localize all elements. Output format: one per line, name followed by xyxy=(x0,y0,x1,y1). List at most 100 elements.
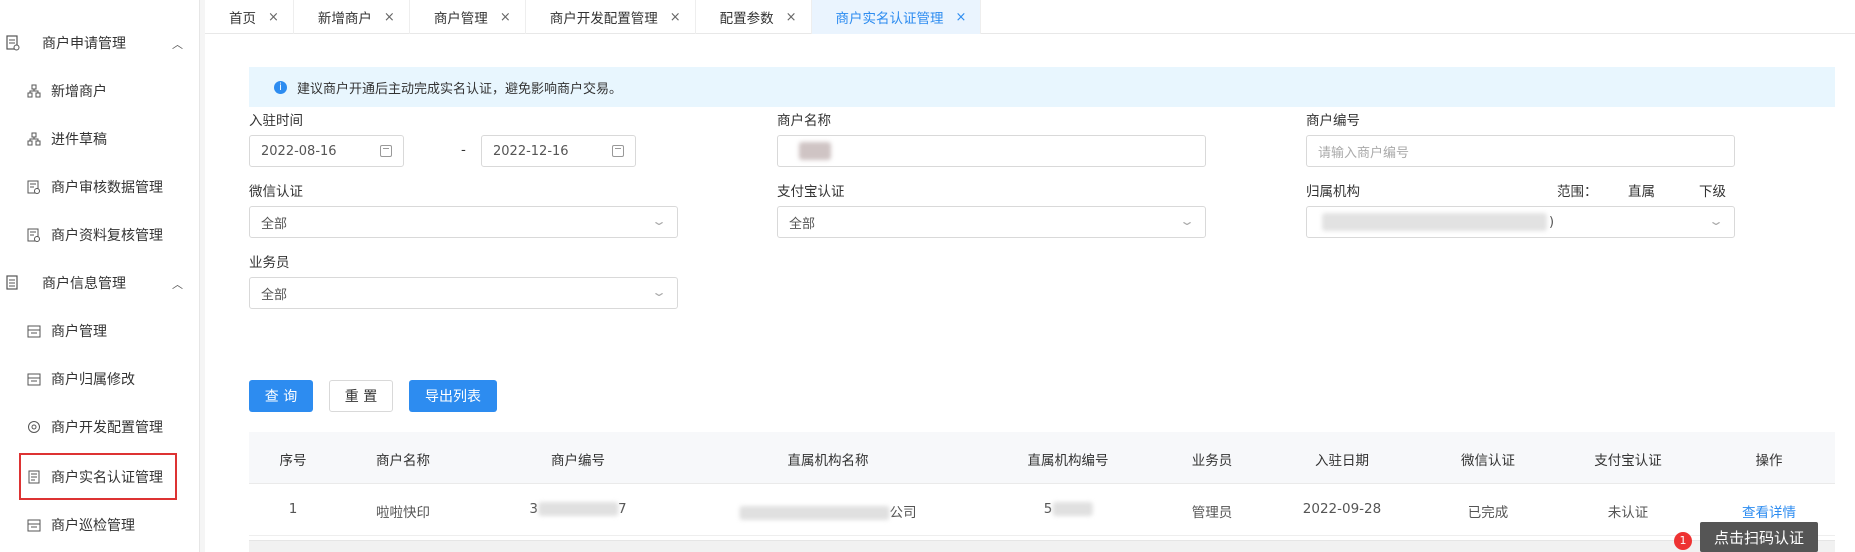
col-actions: 操作 xyxy=(1755,453,1783,469)
tab-dev-config[interactable]: 商户开发配置管理 × xyxy=(526,0,696,34)
close-icon[interactable]: × xyxy=(268,10,279,25)
tab-label: 商户开发配置管理 xyxy=(549,11,658,27)
sidebar-item-audit-data[interactable]: 商户审核数据管理 xyxy=(0,163,200,211)
redacted-value xyxy=(1322,213,1547,231)
cell-salesman: 管理员 xyxy=(1191,505,1233,521)
tab-label: 新增商户 xyxy=(317,11,372,27)
col-wechat-auth: 微信认证 xyxy=(1461,453,1515,469)
audit-document-icon xyxy=(27,228,41,242)
tab-real-name-auth[interactable]: 商户实名认证管理 × xyxy=(811,0,982,34)
selection-highlight xyxy=(19,453,177,500)
table-horizontal-scrollbar[interactable] xyxy=(249,540,1835,552)
org-chart-icon xyxy=(27,84,41,98)
merchant-no-input[interactable]: 请输入商户编号 xyxy=(1306,135,1735,167)
reset-button[interactable]: 重 置 xyxy=(329,380,393,412)
sidebar-item-merchant-management[interactable]: 商户管理 xyxy=(0,307,200,355)
salesman-label: 业务员 xyxy=(249,255,290,271)
query-button[interactable]: 查 询 xyxy=(249,380,313,412)
cell-org-name: 公司 xyxy=(739,501,917,521)
sidebar-item-dev-config[interactable]: 商户开发配置管理 xyxy=(0,403,200,451)
redacted-value xyxy=(739,506,890,520)
tab-add-merchant[interactable]: 新增商户 × xyxy=(294,0,410,34)
merchant-name-input[interactable] xyxy=(777,135,1206,167)
cell-org-no: 5 xyxy=(1044,501,1093,517)
cell-merchant-no-suffix: 7 xyxy=(618,501,627,517)
tab-label: 配置参数 xyxy=(719,11,774,27)
close-icon[interactable]: × xyxy=(670,10,681,25)
info-icon: i xyxy=(274,80,287,94)
sidebar-group-label: 商户信息管理 xyxy=(42,276,126,292)
col-salesman: 业务员 xyxy=(1191,453,1233,469)
view-details-link[interactable]: 查看详情 xyxy=(1742,501,1796,521)
col-org-no: 直属机构编号 xyxy=(1027,453,1109,469)
start-date-input[interactable]: 2022-08-16 xyxy=(249,135,404,167)
notice-banner: i 建议商户开通后主动完成实名认证，避免影响商户交易。 xyxy=(249,67,1835,107)
cell-alipay-auth: 未认证 xyxy=(1607,505,1649,521)
sidebar-item-label: 商户开发配置管理 xyxy=(51,420,163,436)
wechat-auth-value: 全部 xyxy=(261,216,288,232)
chevron-up-icon: ︿ xyxy=(172,278,183,291)
tab-label: 商户管理 xyxy=(433,11,488,27)
calendar-icon xyxy=(612,145,624,157)
alipay-auth-value: 全部 xyxy=(789,216,816,232)
col-alipay-auth: 支付宝认证 xyxy=(1594,453,1662,469)
sidebar-item-ownership-change[interactable]: 商户归属修改 xyxy=(0,355,200,403)
close-icon[interactable]: × xyxy=(500,10,511,25)
sidebar-group-merchant-application[interactable]: 商户申请管理 ︿ xyxy=(0,19,200,67)
salesman-select[interactable]: 全部 ⌄ xyxy=(249,277,678,309)
sidebar: 商户申请管理 ︿ 新增商户 进件草稿 商户审核数据管理 商户资料复核管理 商户信… xyxy=(0,0,200,552)
audit-document-icon xyxy=(27,180,41,194)
cell-merchant-no: 37 xyxy=(529,501,626,517)
redacted-value xyxy=(799,142,831,160)
chevron-down-icon: ⌄ xyxy=(650,285,668,299)
notification-badge: 1 xyxy=(1674,532,1692,550)
sidebar-item-label: 商户管理 xyxy=(51,324,107,340)
col-entry-date: 入驻日期 xyxy=(1315,453,1369,469)
wechat-auth-select[interactable]: 全部 ⌄ xyxy=(249,206,678,238)
tab-config-params[interactable]: 配置参数 × xyxy=(696,0,812,34)
export-button[interactable]: 导出列表 xyxy=(409,380,497,412)
sidebar-item-inspection[interactable]: 商户巡检管理 xyxy=(0,501,200,549)
col-merchant-name: 商户名称 xyxy=(376,453,430,469)
cell-org-name-suffix: 公司 xyxy=(889,505,917,521)
col-index: 序号 xyxy=(279,453,307,469)
end-date-value: 2022-12-16 xyxy=(493,143,569,159)
calendar-icon xyxy=(380,145,392,157)
document-icon xyxy=(6,35,20,51)
sidebar-item-add-merchant[interactable]: 新增商户 xyxy=(0,67,200,115)
close-icon[interactable]: × xyxy=(384,10,395,25)
cell-entry-date: 2022-09-28 xyxy=(1302,501,1382,517)
alipay-auth-label: 支付宝认证 xyxy=(777,184,845,200)
sidebar-item-info-review[interactable]: 商户资料复核管理 xyxy=(0,211,200,259)
store-icon xyxy=(27,372,41,386)
sidebar-group-label: 商户申请管理 xyxy=(42,36,126,52)
scope-label: 范围： xyxy=(1557,184,1598,200)
subordinate-label: 下级 xyxy=(1699,184,1726,200)
sidebar-group-merchant-info[interactable]: 商户信息管理 ︿ xyxy=(0,259,200,307)
sidebar-item-drafts[interactable]: 进件草稿 xyxy=(0,115,200,163)
close-icon[interactable]: × xyxy=(956,10,967,25)
sidebar-item-label: 进件草稿 xyxy=(51,132,107,148)
store-icon xyxy=(27,518,41,532)
alipay-auth-select[interactable]: 全部 ⌄ xyxy=(777,206,1206,238)
sidebar-item-label: 商户审核数据管理 xyxy=(51,180,163,196)
wechat-auth-label: 微信认证 xyxy=(249,184,303,200)
org-label: 归属机构 xyxy=(1306,184,1360,200)
chevron-down-icon: ⌄ xyxy=(650,214,668,228)
start-date-value: 2022-08-16 xyxy=(261,143,337,159)
col-merchant-no: 商户编号 xyxy=(551,453,605,469)
org-value-suffix: ) xyxy=(1549,214,1555,230)
redacted-value xyxy=(1052,502,1093,516)
merchant-no-placeholder: 请输入商户编号 xyxy=(1318,145,1410,161)
tab-home[interactable]: 首页 × xyxy=(205,0,294,34)
org-select[interactable]: ) ⌄ xyxy=(1306,206,1735,238)
cell-index: 1 xyxy=(288,501,298,517)
redacted-value xyxy=(538,502,618,516)
notice-text: 建议商户开通后主动完成实名认证，避免影响商户交易。 xyxy=(297,81,623,97)
tab-merchant-management[interactable]: 商户管理 × xyxy=(410,0,526,34)
direct-label: 直属 xyxy=(1628,184,1655,200)
tab-bar: 首页 × 新增商户 × 商户管理 × 商户开发配置管理 × 配置参数 × 商户实名认证管理… xyxy=(205,0,1855,34)
merchant-no-label: 商户编号 xyxy=(1306,113,1360,129)
close-icon[interactable]: × xyxy=(786,10,797,25)
end-date-input[interactable]: 2022-12-16 xyxy=(481,135,636,167)
